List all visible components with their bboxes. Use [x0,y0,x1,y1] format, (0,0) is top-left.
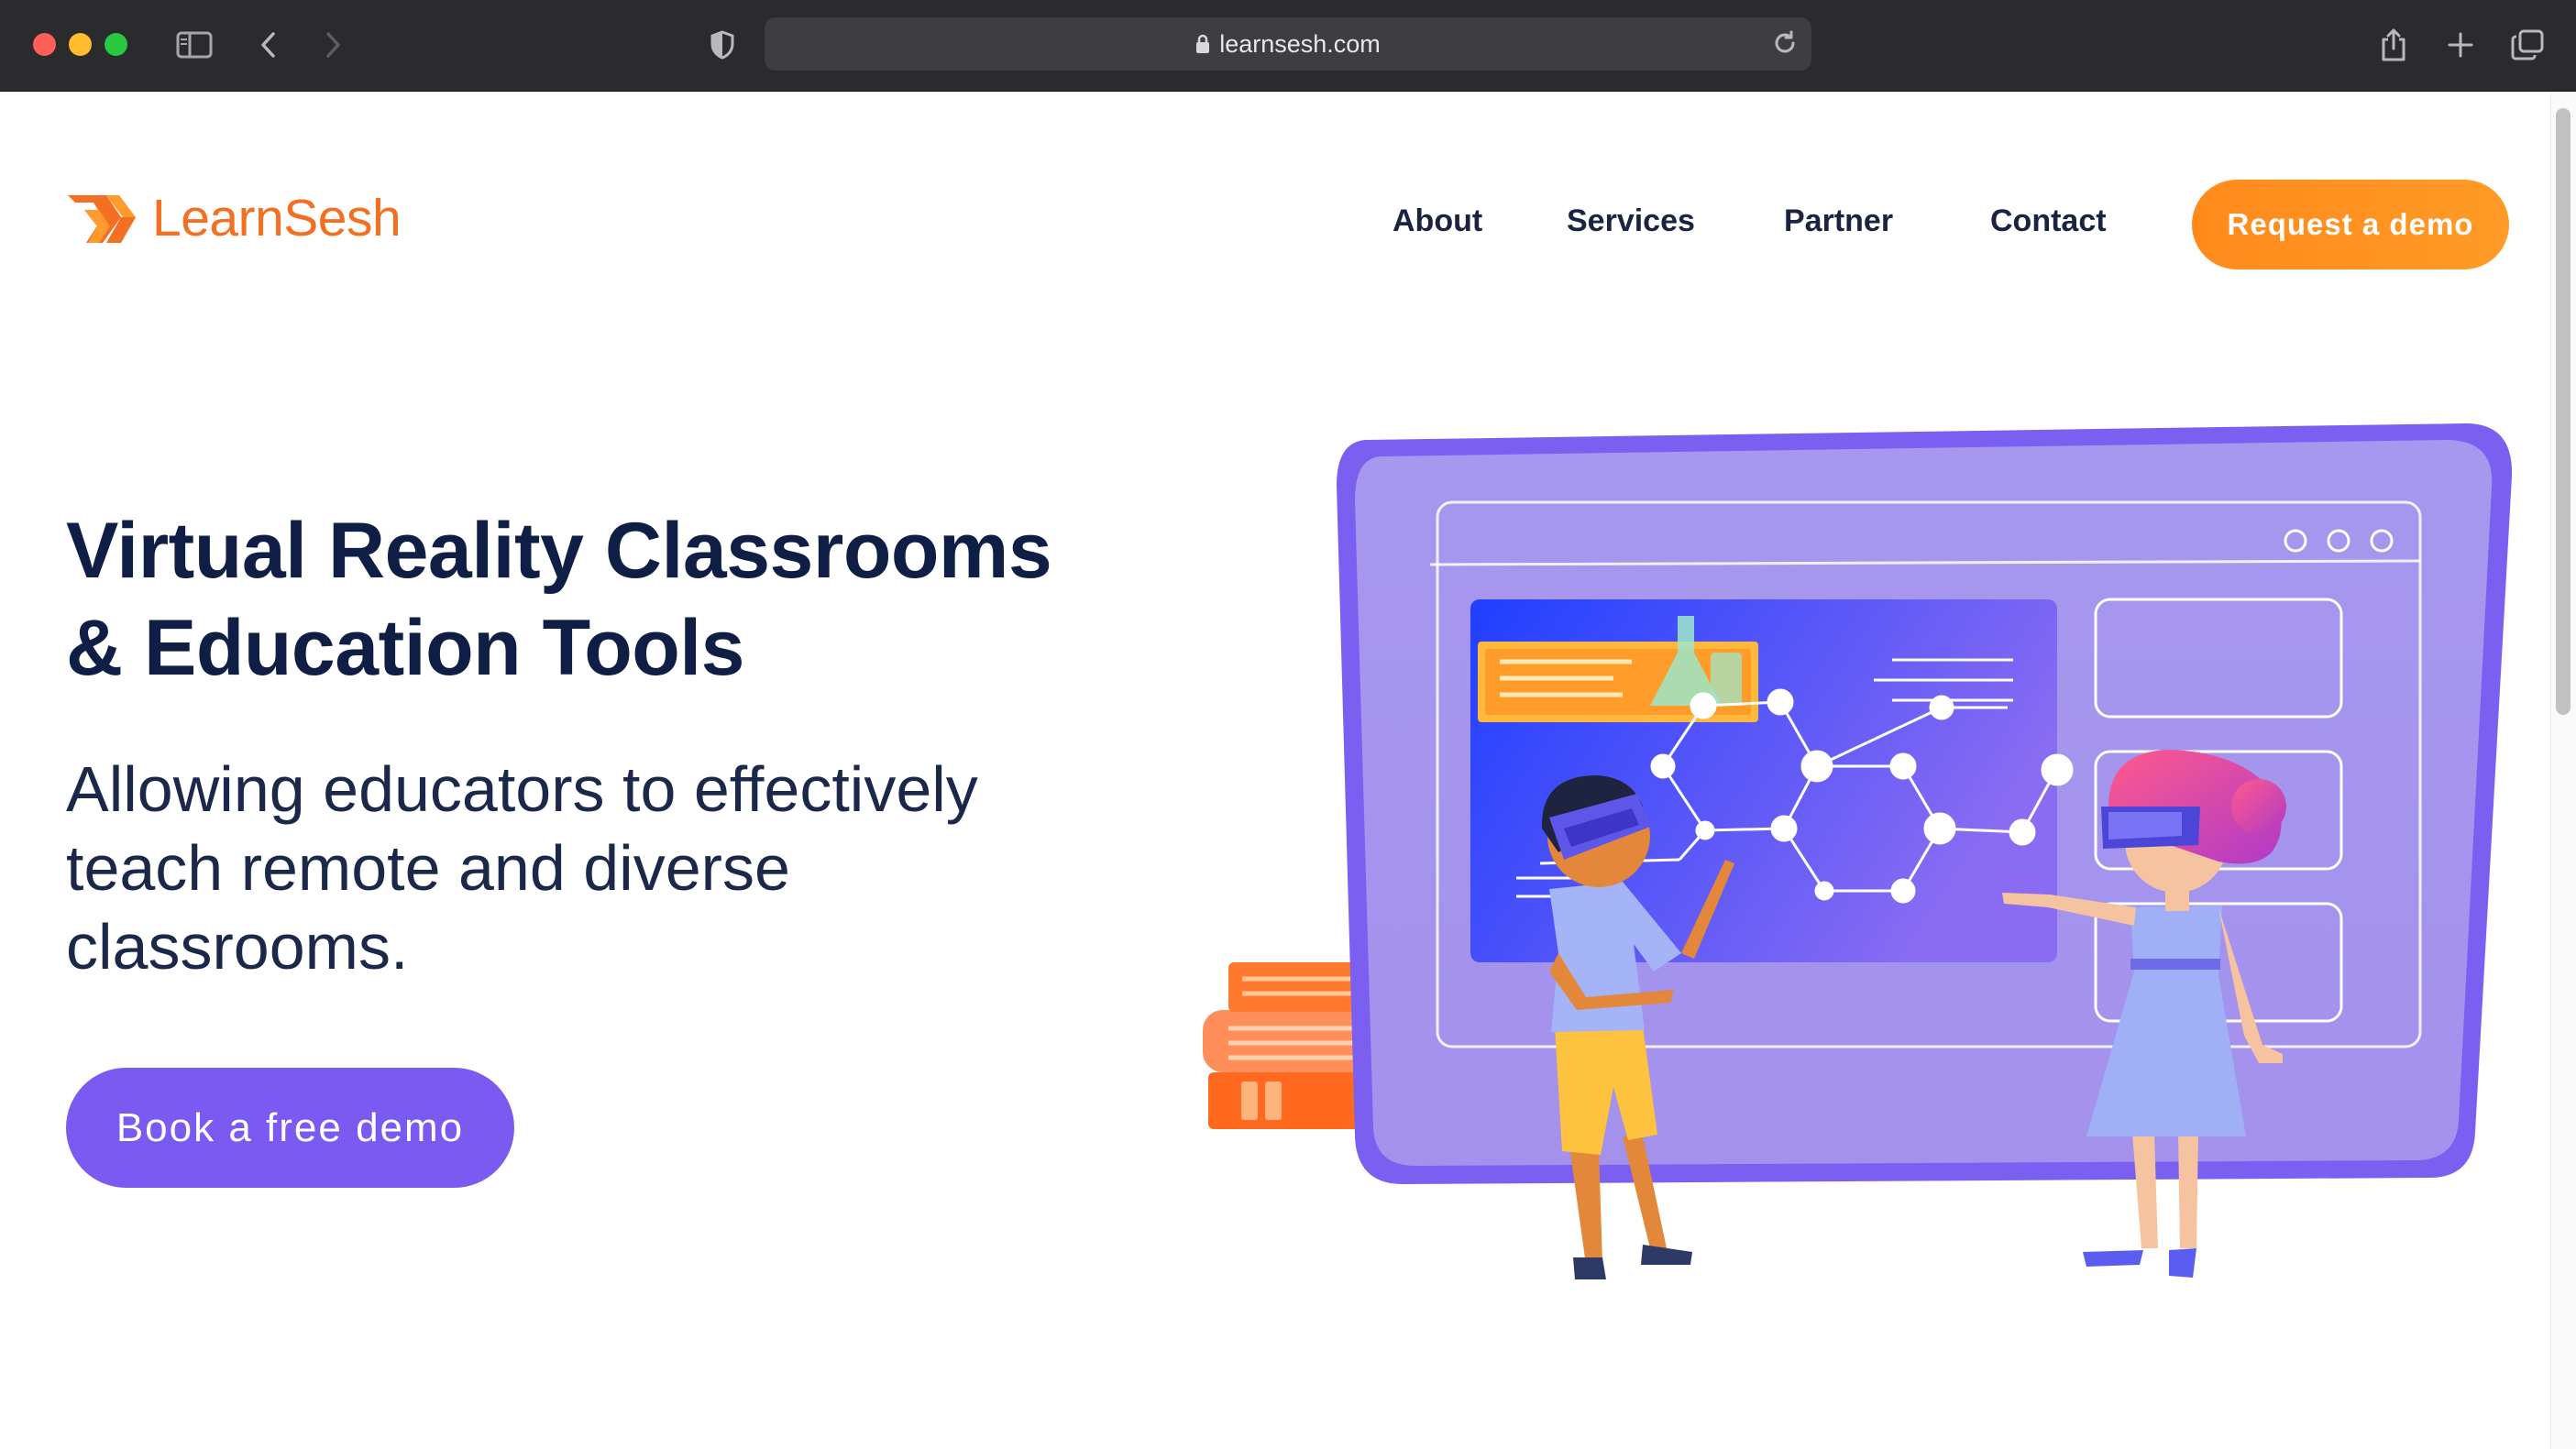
reload-icon[interactable] [1771,29,1799,63]
logo[interactable]: LearnSesh [66,188,402,248]
minimize-window-button[interactable] [69,33,92,56]
zoom-window-button[interactable] [105,33,127,56]
share-icon[interactable] [2378,22,2409,68]
new-tab-icon[interactable] [2446,22,2475,68]
scrollbar-thumb[interactable] [2556,108,2570,715]
hero-title: Virtual Reality Classrooms & Education T… [66,502,1166,697]
nav-services[interactable]: Services [1567,203,1695,239]
hero-title-line-1: Virtual Reality Classrooms [66,507,1052,595]
tabs-overview-icon[interactable] [2510,22,2545,68]
url-text: learnsesh.com [1219,29,1381,58]
forward-icon[interactable] [323,22,345,68]
lock-icon [1195,34,1210,54]
nav-partner[interactable]: Partner [1784,203,1893,239]
hero-subtitle-line-1: Allowing educators to effectively [66,753,978,825]
learnsesh-logo-icon [68,195,136,243]
request-demo-button[interactable]: Request a demo [2192,180,2509,269]
hero-title-line-2: & Education Tools [66,604,745,692]
browser-toolbar: learnsesh.com [0,0,2576,92]
nav-about[interactable]: About [1393,203,1482,239]
shield-icon[interactable] [708,22,737,68]
address-bar[interactable]: learnsesh.com [765,17,1811,71]
hero-subtitle-line-2: teach remote and diverse [66,832,790,904]
nav-contact[interactable]: Contact [1990,203,2107,239]
back-icon[interactable] [257,22,279,68]
sidebar-icon[interactable] [174,22,215,68]
logo-text: LearnSesh [152,189,402,247]
vr-classroom-illustration [1203,423,2513,1279]
hero-subtitle: Allowing educators to effectively teach … [66,750,1111,986]
book-free-demo-button[interactable]: Book a free demo [66,1068,514,1188]
close-window-button[interactable] [33,33,56,56]
hero-subtitle-line-3: classrooms. [66,911,409,982]
